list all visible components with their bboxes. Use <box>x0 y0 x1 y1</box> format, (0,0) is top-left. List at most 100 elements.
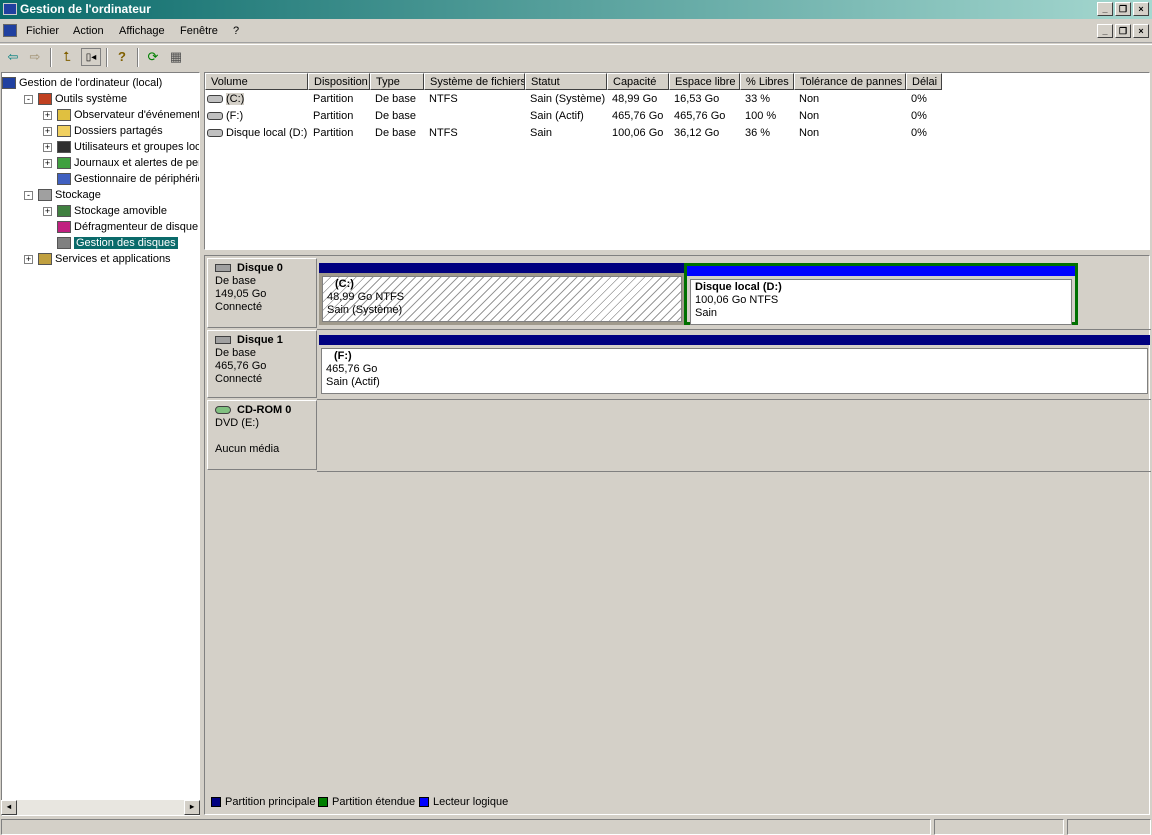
table-cell: De base <box>375 110 416 122</box>
event-viewer-icon <box>57 109 71 122</box>
tree-item[interactable]: Services et applications <box>38 251 199 267</box>
table-cell: (F:) <box>205 108 308 125</box>
legend-swatch <box>419 797 429 807</box>
tree-item[interactable]: Outils système <box>38 91 199 107</box>
disk-size: 149,05 Go <box>215 288 267 300</box>
disk-name: Disque 0 <box>237 262 283 274</box>
expand-button[interactable]: + <box>43 207 52 216</box>
column-header[interactable]: % Libres <box>740 73 794 90</box>
performance-icon <box>57 157 71 170</box>
column-header[interactable]: Système de fichiers <box>424 73 525 90</box>
properties-icon[interactable]: ▦ <box>166 48 186 66</box>
disk-label[interactable]: CD-ROM 0 DVD (E:) Aucun média <box>207 400 317 470</box>
table-cell: 100,06 Go <box>612 127 664 139</box>
partition-size: 100,06 Go NTFS <box>695 294 779 306</box>
partition-type-bar <box>319 263 685 273</box>
tree-item-label: Gestion des disques <box>74 237 178 249</box>
table-cell: 16,53 Go <box>674 93 720 105</box>
tree-item[interactable]: Gestion des disques <box>57 235 199 251</box>
tree-item[interactable]: Utilisateurs et groupes locaux <box>57 139 199 155</box>
column-header[interactable]: Disposition <box>308 73 370 90</box>
forward-arrow-icon[interactable]: ⇨ <box>25 48 45 66</box>
tree-item[interactable]: Stockage <box>38 187 199 203</box>
table-cell: Sain <box>530 127 553 139</box>
partition-block[interactable]: (F:) 465,76 Go Sain (Actif) <box>319 335 1150 395</box>
close-button[interactable]: × <box>1133 2 1149 16</box>
partition-block[interactable]: (C:) 48,99 Go NTFS Sain (Système) <box>319 263 685 325</box>
disk-management-icon <box>57 237 71 250</box>
partition-block[interactable]: Disque local (D:) 100,06 Go NTFS Sain <box>684 263 1078 325</box>
tree-item[interactable]: Dossiers partagés <box>57 123 199 139</box>
disk-type: De base <box>215 347 256 359</box>
child-minimize-button[interactable]: _ <box>1097 24 1113 38</box>
table-cell: 465,76 Go <box>674 110 726 122</box>
tree-item-label: Stockage amovible <box>74 205 167 217</box>
computer-icon <box>2 77 16 90</box>
child-close-button[interactable]: × <box>1133 24 1149 38</box>
partition-status: Sain (Système) <box>327 304 403 316</box>
table-cell: 465,76 Go <box>612 110 664 122</box>
tree-item[interactable]: Journaux et alertes de performance <box>57 155 199 171</box>
table-cell: Partition <box>313 93 354 105</box>
drive-icon <box>207 112 223 121</box>
column-header[interactable]: Volume <box>205 73 308 90</box>
table-cell: Non <box>799 127 820 139</box>
help-icon[interactable]: ? <box>112 48 132 66</box>
tree-item[interactable]: Stockage amovible <box>57 203 199 219</box>
collapse-button[interactable]: - <box>24 191 33 200</box>
menu-help[interactable]: ? <box>233 25 239 37</box>
column-header[interactable]: Espace libre <box>669 73 740 90</box>
tree-item[interactable]: Défragmenteur de disque <box>57 219 199 235</box>
disk-status: Aucun média <box>215 443 280 455</box>
restore-button[interactable]: ❐ <box>1115 2 1131 16</box>
disk-label[interactable]: Disque 1 De base 465,76 Go Connecté <box>207 330 317 398</box>
expand-button[interactable]: + <box>43 111 52 120</box>
tree-item-label: Journaux et alertes de performance <box>74 157 199 169</box>
disk-status: Connecté <box>215 373 263 385</box>
console-tree: Gestion de l'ordinateur (local) - Outils s… <box>1 72 200 816</box>
column-header[interactable]: Capacité <box>607 73 669 90</box>
tree-horizontal-scrollbar[interactable]: ◂ ▸ <box>1 800 200 815</box>
toolbar: ⇦ ⇨ ⮤ ▯◂ ? ⟳ ▦ <box>0 44 1152 69</box>
refresh-icon[interactable]: ⟳ <box>143 48 163 66</box>
tree-item[interactable]: Observateur d'événements <box>57 107 199 123</box>
tree-item-label: Stockage <box>55 189 101 201</box>
tools-icon <box>38 93 52 106</box>
show-hide-tree-icon[interactable]: ▯◂ <box>81 48 101 66</box>
column-header[interactable]: Tolérance de pannes <box>794 73 906 90</box>
tree-item[interactable]: Gestionnaire de périphériques <box>57 171 199 187</box>
computer-icon <box>3 3 17 15</box>
up-folder-icon[interactable]: ⮤ <box>57 48 77 66</box>
column-header[interactable]: Statut <box>525 73 607 90</box>
disk-status: Connecté <box>215 301 263 313</box>
collapse-button[interactable]: - <box>24 95 33 104</box>
back-arrow-icon[interactable]: ⇦ <box>3 48 23 66</box>
table-cell: De base <box>375 93 416 105</box>
table-cell: 48,99 Go <box>612 93 658 105</box>
menu-fichier[interactable]: Fichier <box>26 25 59 37</box>
child-restore-button[interactable]: ❐ <box>1115 24 1131 38</box>
minimize-button[interactable]: _ <box>1097 2 1113 16</box>
column-header[interactable]: Délai <box>906 73 942 90</box>
column-header[interactable]: Type <box>370 73 424 90</box>
menu-action[interactable]: Action <box>73 25 104 37</box>
table-cell: 100 % <box>745 110 777 122</box>
status-bar <box>0 818 1152 835</box>
table-cell: 33 % <box>745 93 771 105</box>
tree-item-label: Défragmenteur de disque <box>74 221 199 233</box>
table-cell: Sain (Système) <box>530 93 606 105</box>
menu-fenetre[interactable]: Fenêtre <box>180 25 218 37</box>
menu-affichage[interactable]: Affichage <box>119 25 165 37</box>
tree-item[interactable]: Gestion de l'ordinateur (local) <box>2 75 199 91</box>
expand-button[interactable]: + <box>24 255 33 264</box>
users-icon <box>57 141 71 154</box>
device-manager-icon <box>57 173 71 186</box>
expand-button[interactable]: + <box>43 143 52 152</box>
disk-name: Disque 1 <box>237 334 283 346</box>
disk-label[interactable]: Disque 0 De base 149,05 Go Connecté <box>207 258 317 328</box>
table-cell: 36 % <box>745 127 771 139</box>
expand-button[interactable]: + <box>43 127 52 136</box>
volume-list: Volume Disposition Type Système de fichiers… <box>204 72 1150 250</box>
table-cell: Partition <box>313 110 354 122</box>
expand-button[interactable]: + <box>43 159 52 168</box>
